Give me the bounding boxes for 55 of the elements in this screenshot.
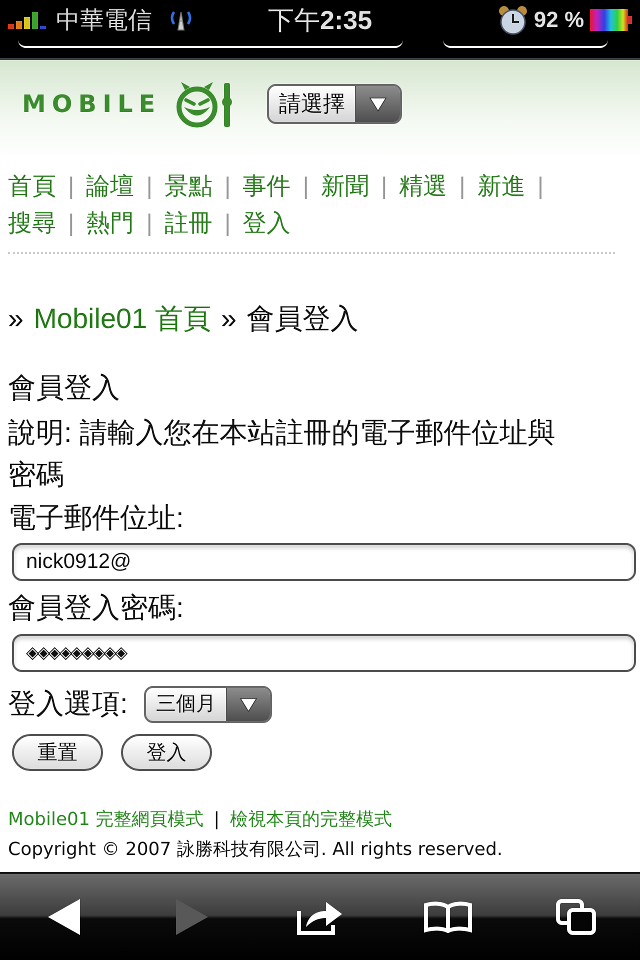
nav-link[interactable]: 事件 [242,173,291,200]
breadcrumb-link[interactable]: Mobile01 首頁 [34,303,211,334]
nav-link[interactable]: 首頁 [8,173,56,200]
category-select[interactable]: 請選擇 [267,84,402,124]
logo-text: MOBILE [22,90,162,118]
footer-link[interactable]: Mobile01 完整網頁模式 [8,809,204,830]
breadcrumb-current: 會員登入 [246,303,359,334]
overlapping-squares-icon [556,899,596,935]
option-label: 登入選項: [8,687,128,721]
email-field[interactable]: nick0912@ [12,543,636,581]
right-triangle-icon [176,899,208,935]
form-title: 會員登入 [8,371,121,405]
nav-separator: | [380,172,388,202]
breadcrumb-separator: » [8,303,24,334]
battery-percent: 92 % [534,7,584,33]
battery-icon [590,9,632,31]
nav-link[interactable]: 論壇 [86,173,134,200]
duration-select[interactable]: 三個月 [144,686,272,722]
footer-separator: | [214,809,220,830]
copyright-text: Copyright © 2007 詠勝科技有限公司. All rights reserved. [8,839,503,860]
nav-link[interactable]: 熱門 [86,210,134,237]
nav-link[interactable]: 精選 [399,173,448,200]
nav-link[interactable]: 新聞 [320,173,369,200]
breadcrumb-separator: » [220,303,237,334]
open-book-icon [424,901,472,933]
share-arrow-icon [297,899,343,935]
caret-icon [355,86,400,122]
nav-link[interactable]: 搜尋 [8,210,56,237]
field-label: 電子郵件位址: [8,501,185,535]
nav-link[interactable]: 註冊 [164,210,212,237]
left-triangle-icon [48,899,80,935]
footer-link[interactable]: 檢視本頁的完整模式 [230,809,392,830]
form-button[interactable]: 登入 [121,734,212,771]
nav-separator: | [458,172,466,202]
clock-time: 下午2:35 [268,4,372,36]
nav-separator: | [223,172,232,202]
nav-link[interactable]: 新進 [477,173,526,200]
caret-icon [226,688,270,720]
nav-separator: | [145,209,154,239]
field-label: 會員登入密碼: [8,591,185,625]
form-button[interactable]: 重置 [12,734,103,771]
nav-link[interactable]: 登入 [242,210,291,237]
form-description: 說明: 請輸入您在本站註冊的電子郵件位址與密碼 [8,416,557,492]
carrier-name: 中華電信 [56,6,152,36]
alarm-clock-icon [498,5,528,35]
nav-separator: | [67,209,76,239]
nav-separator: | [536,172,545,202]
grinning-face-logo-icon [175,80,234,128]
signal-bars-icon [8,11,48,29]
password-field[interactable]: ◈◈◈◈◈◈◈◈◈ [12,634,636,672]
nav-separator: | [223,209,232,239]
nav-separator: | [145,172,154,202]
nav-link[interactable]: 景點 [164,173,212,200]
nav-separator: | [302,172,310,202]
nav-separator: | [67,172,76,202]
